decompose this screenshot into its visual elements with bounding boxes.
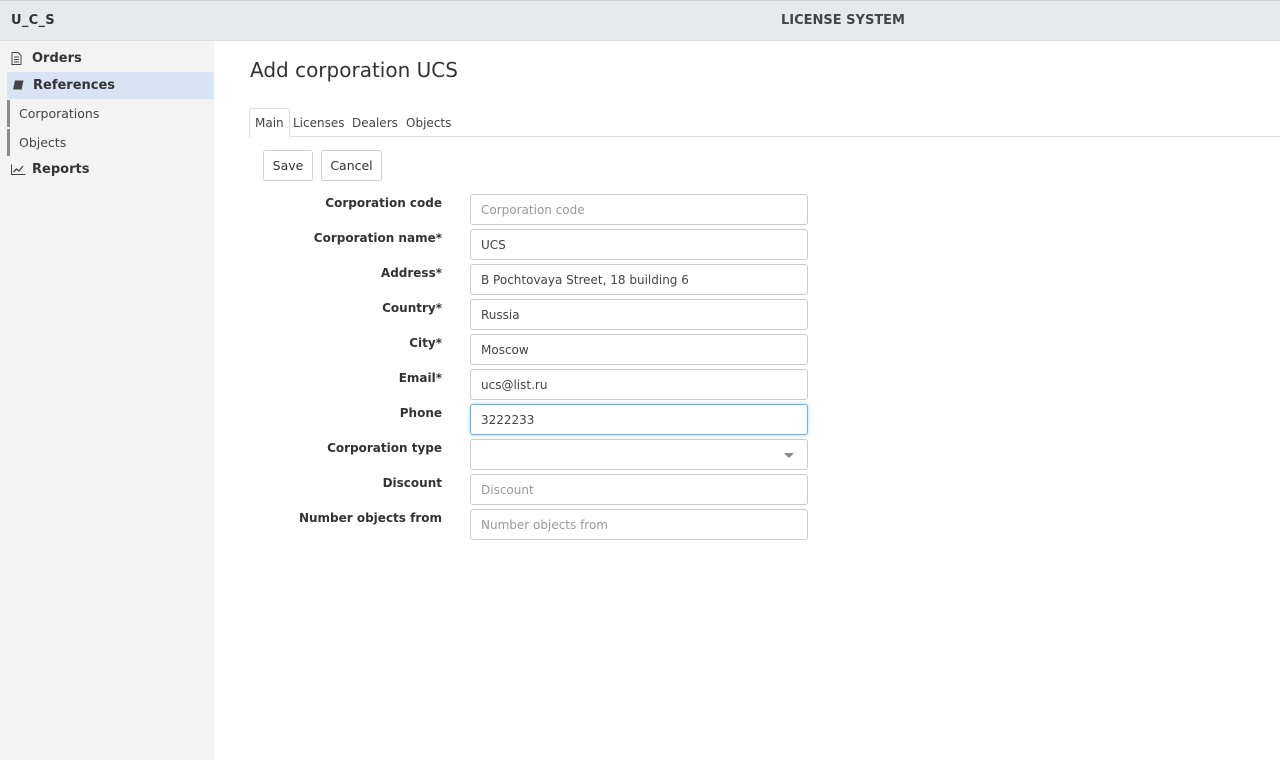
- tab-dealers[interactable]: Dealers: [347, 108, 403, 137]
- sidebar-item-reports[interactable]: Reports: [0, 156, 214, 183]
- tab-main[interactable]: Main: [249, 108, 290, 138]
- save-button[interactable]: Save: [263, 150, 313, 181]
- phone-input[interactable]: 3222233: [470, 404, 808, 435]
- corporation-name-input[interactable]: UCS: [470, 229, 808, 260]
- discount-input[interactable]: Discount: [470, 474, 808, 505]
- corporation-type-label: Corporation type: [327, 441, 442, 455]
- sidebar: Orders References Corporations Objects R…: [0, 41, 214, 760]
- address-label: Address*: [380, 266, 442, 280]
- number-objects-from-label: Number objects from: [298, 511, 442, 525]
- main-content: Add corporation UCS Main Licenses Dealer…: [214, 41, 1280, 760]
- chevron-down-icon: [784, 453, 794, 458]
- sidebar-item-orders[interactable]: Orders: [0, 45, 214, 72]
- city-label: City*: [409, 336, 442, 350]
- corporation-code-input[interactable]: Corporation code: [470, 194, 808, 225]
- sidebar-subitem-label: Objects: [19, 135, 67, 150]
- sidebar-item-label: References: [33, 78, 116, 93]
- address-input[interactable]: B Pochtovaya Street, 18 building 6: [470, 264, 808, 295]
- line-chart-icon: [11, 164, 26, 175]
- country-label: Country*: [382, 301, 442, 315]
- country-input[interactable]: Russia: [470, 299, 808, 330]
- tab-bar: Main Licenses Dealers Objects: [249, 108, 1280, 138]
- phone-label: Phone: [399, 406, 442, 420]
- document-icon: [11, 52, 26, 65]
- tab-licenses[interactable]: Licenses: [288, 108, 350, 137]
- top-bar: U_C_S LICENSE SYSTEM: [0, 0, 1280, 41]
- tab-objects[interactable]: Objects: [401, 108, 456, 137]
- page-title: Add corporation UCS: [250, 58, 458, 82]
- sidebar-item-references[interactable]: References: [7, 72, 214, 99]
- corporation-name-label: Corporation name*: [313, 231, 442, 245]
- email-label: Email*: [398, 371, 442, 385]
- sidebar-item-label: Reports: [32, 162, 90, 177]
- corporation-code-label: Corporation code: [325, 196, 442, 210]
- corporation-type-select[interactable]: [470, 439, 808, 470]
- system-title: LICENSE SYSTEM: [780, 13, 905, 28]
- sidebar-item-objects[interactable]: Objects: [7, 129, 214, 156]
- sidebar-item-label: Orders: [32, 51, 82, 66]
- email-input[interactable]: ucs@list.ru: [470, 369, 808, 400]
- book-icon: [12, 80, 27, 91]
- cancel-button[interactable]: Cancel: [321, 150, 382, 181]
- sidebar-item-corporations[interactable]: Corporations: [7, 100, 214, 127]
- discount-label: Discount: [382, 476, 442, 490]
- number-objects-from-input[interactable]: Number objects from: [470, 509, 808, 540]
- sidebar-subitem-label: Corporations: [19, 106, 100, 121]
- city-input[interactable]: Moscow: [470, 334, 808, 365]
